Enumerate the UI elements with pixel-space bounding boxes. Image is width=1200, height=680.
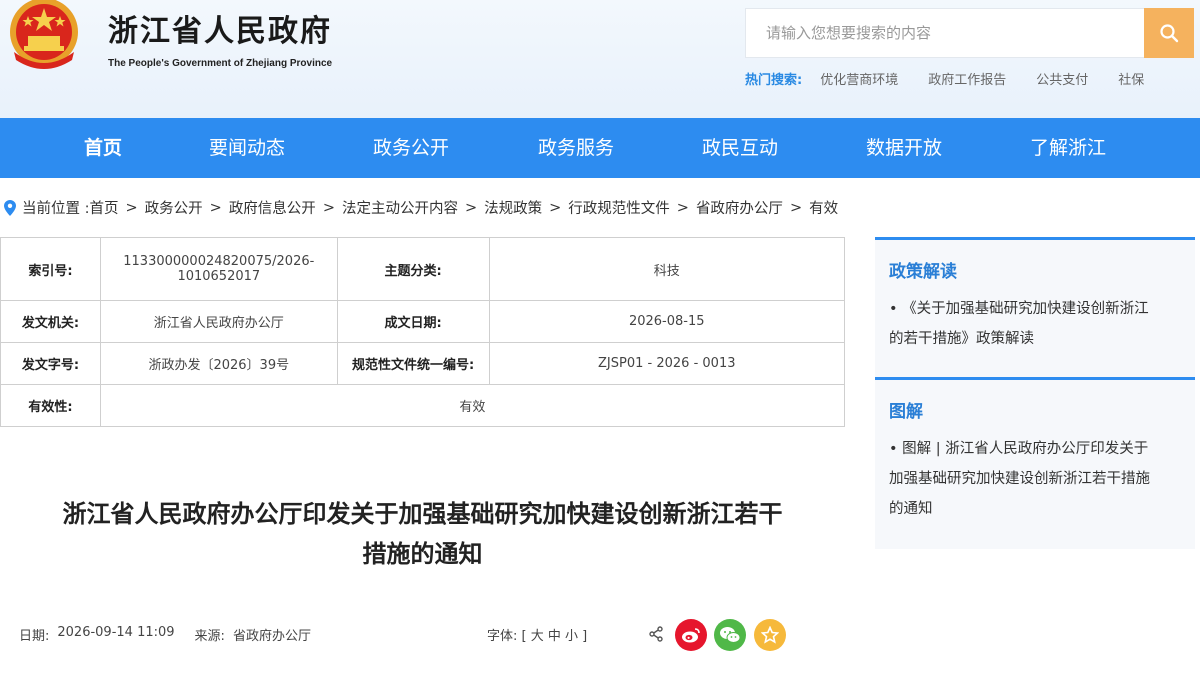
- nav-item-about-zhejiang[interactable]: 了解浙江: [1030, 118, 1106, 178]
- nav-item-open-government[interactable]: 政务公开: [373, 118, 449, 178]
- issuer-label: 发文机关:: [0, 300, 101, 343]
- font-size-label: 字体:: [487, 629, 518, 644]
- breadcrumb-item[interactable]: 有效: [809, 197, 838, 218]
- font-size-options[interactable]: [ 大 中 小 ]: [522, 629, 588, 644]
- breadcrumb: 当前位置 : 首页 > 政务公开 > 政府信息公开 > 法定主动公开内容 > 法…: [4, 197, 838, 218]
- breadcrumb-separator: >: [322, 199, 335, 216]
- search-input[interactable]: [766, 24, 1144, 42]
- breadcrumb-separator: >: [676, 199, 689, 216]
- favorite-button[interactable]: [754, 619, 786, 651]
- location-pin-icon: [4, 199, 16, 216]
- table-row: 发文字号: 浙政办发〔2026〕39号 规范性文件统一编号: ZJSP01 - …: [0, 342, 846, 385]
- graphic-panel: 图解 • 图解 | 浙江省人民政府办公厅印发关于 加强基础研究加快建设创新浙江若…: [875, 377, 1195, 549]
- search-icon: [1160, 24, 1179, 43]
- article-title-line: 措施的通知: [362, 540, 483, 568]
- index-label: 索引号:: [0, 237, 101, 301]
- nav-item-interaction[interactable]: 政民互动: [702, 118, 778, 178]
- breadcrumb-item[interactable]: 省政府办公厅: [696, 197, 783, 218]
- breadcrumb-separator: >: [125, 199, 138, 216]
- index-value: 113300000024820075/2026- 1010652017: [99, 237, 338, 301]
- breadcrumb-item[interactable]: 首页: [90, 197, 119, 218]
- breadcrumb-separator: >: [464, 199, 478, 216]
- weibo-share-button[interactable]: [675, 619, 707, 651]
- source-value: 省政府办公厅: [232, 629, 311, 644]
- subject-value: 科技: [488, 237, 846, 301]
- date-label: 成文日期:: [336, 300, 490, 343]
- search-box: [745, 8, 1144, 58]
- unified-number-value: ZJSP01 - 2026 - 0013: [488, 342, 846, 385]
- site-header: 浙江省人民政府 The People's Government of Zheji…: [0, 0, 1200, 118]
- graphic-link-line: • 图解 | 浙江省人民政府办公厅印发关于: [889, 441, 1149, 457]
- graphic-link-line: 加强基础研究加快建设创新浙江若干措施: [889, 471, 1150, 487]
- index-value-line: 113300000024820075/2026-: [123, 254, 315, 269]
- table-row: 索引号: 113300000024820075/2026- 1010652017…: [0, 237, 846, 301]
- docno-label: 发文字号:: [0, 342, 101, 385]
- policy-link-line: 的若干措施》政策解读: [889, 331, 1034, 347]
- graphic-panel-title: 图解: [889, 402, 923, 422]
- national-emblem-icon: [10, 0, 78, 69]
- graphic-link-line: 的通知: [889, 501, 933, 517]
- hot-search: 热门搜索: 优化营商环境 政府工作报告 公共支付 社保: [745, 69, 1174, 88]
- breadcrumb-item[interactable]: 行政规范性文件: [568, 197, 670, 218]
- main-nav: 首页 要闻动态 政务公开 政务服务 政民互动 数据开放 了解浙江: [0, 118, 1200, 178]
- font-size-control: 字体: [ 大 中 小 ]: [487, 625, 587, 644]
- wechat-icon: [720, 627, 741, 643]
- weibo-icon: [682, 628, 700, 643]
- article-title: 浙江省人民政府办公厅印发关于加强基础研究加快建设创新浙江若干 措施的通知: [0, 494, 845, 574]
- nav-item-news[interactable]: 要闻动态: [209, 118, 285, 178]
- policy-interpretation-title: 政策解读: [889, 262, 957, 282]
- source-label: 来源:: [194, 629, 225, 644]
- hot-search-item[interactable]: 公共支付: [1036, 69, 1088, 88]
- article-meta: 日期: 2026-09-14 11:09 来源: 省政府办公厅: [19, 625, 319, 644]
- validity-label: 有效性:: [0, 384, 101, 427]
- table-row: 有效性: 有效: [0, 384, 846, 427]
- subject-label: 主题分类:: [336, 237, 490, 301]
- graphic-link[interactable]: • 图解 | 浙江省人民政府办公厅印发关于 加强基础研究加快建设创新浙江若干措施…: [875, 434, 1195, 544]
- article-title-line: 浙江省人民政府办公厅印发关于加强基础研究加快建设创新浙江若干: [62, 500, 783, 528]
- issuer-value: 浙江省人民政府办公厅: [99, 300, 338, 343]
- share-icon[interactable]: [648, 626, 664, 642]
- breadcrumb-item[interactable]: 法定主动公开内容: [342, 197, 458, 218]
- table-row: 发文机关: 浙江省人民政府办公厅 成文日期: 2026-08-15: [0, 300, 846, 343]
- wechat-share-button[interactable]: [714, 619, 746, 651]
- site-title[interactable]: 浙江省人民政府: [108, 6, 332, 50]
- policy-link-line: • 《关于加强基础研究加快建设创新浙江: [889, 301, 1149, 317]
- breadcrumb-prefix: 当前位置 :: [22, 201, 90, 217]
- nav-item-services[interactable]: 政务服务: [538, 118, 614, 178]
- policy-interpretation-panel: 政策解读 • 《关于加强基础研究加快建设创新浙江 的若干措施》政策解读: [875, 237, 1195, 377]
- breadcrumb-item[interactable]: 政务公开: [145, 197, 203, 218]
- date-value: 2026-08-15: [488, 300, 846, 343]
- validity-value: 有效: [99, 384, 846, 427]
- breadcrumb-item[interactable]: 政府信息公开: [229, 197, 316, 218]
- breadcrumb-separator: >: [549, 199, 562, 216]
- breadcrumb-separator: >: [789, 199, 803, 216]
- docno-value: 浙政办发〔2026〕39号: [99, 342, 338, 385]
- search-button[interactable]: [1144, 8, 1194, 58]
- index-value-line: 1010652017: [177, 269, 261, 284]
- publish-date: 2026-09-14 11:09: [57, 625, 175, 640]
- nav-item-home[interactable]: 首页: [84, 118, 122, 178]
- unified-number-label: 规范性文件统一编号:: [336, 342, 490, 385]
- hot-search-item[interactable]: 政府工作报告: [928, 69, 1006, 88]
- site-subtitle: The People's Government of Zhejiang Prov…: [108, 58, 333, 69]
- breadcrumb-item[interactable]: 法规政策: [484, 197, 542, 218]
- document-info-table: 索引号: 113300000024820075/2026- 1010652017…: [0, 237, 846, 427]
- hot-search-label: 热门搜索:: [745, 73, 803, 88]
- policy-interpretation-link[interactable]: • 《关于加强基础研究加快建设创新浙江 的若干措施》政策解读: [875, 294, 1195, 374]
- nav-item-open-data[interactable]: 数据开放: [866, 118, 942, 178]
- star-icon: [761, 626, 779, 644]
- hot-search-item[interactable]: 优化营商环境: [820, 69, 898, 88]
- breadcrumb-separator: >: [209, 199, 222, 216]
- date-label: 日期:: [19, 629, 50, 644]
- hot-search-item[interactable]: 社保: [1118, 69, 1144, 88]
